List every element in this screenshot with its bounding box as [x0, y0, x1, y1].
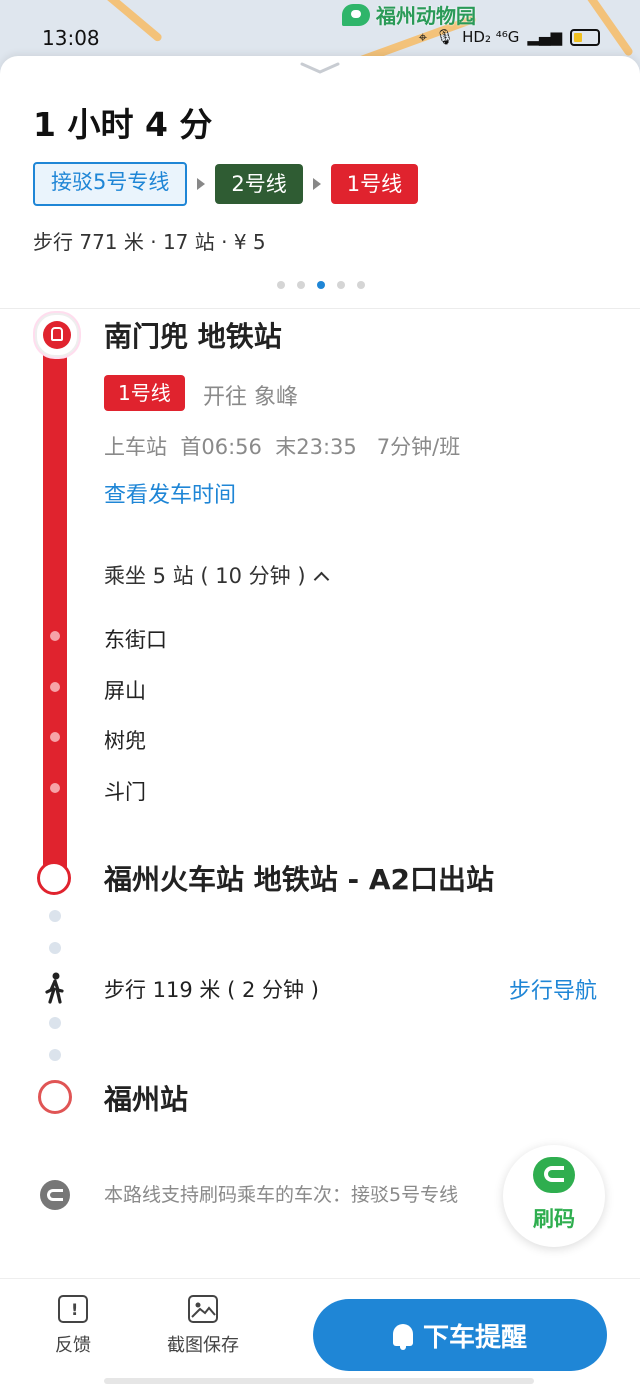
route-line-chips: 接驳5号专线 2号线 1号线: [33, 162, 419, 206]
alight-reminder-button[interactable]: 下车提醒: [313, 1299, 607, 1371]
pay-code-logo-icon: [533, 1157, 575, 1193]
screenshot-save-button[interactable]: 截图保存: [162, 1295, 244, 1357]
page-dot[interactable]: [277, 281, 285, 289]
timetable-link[interactable]: 查看发车时间: [104, 477, 236, 509]
status-bar: 13:08 ⌖ 🎙 HD₂ ⁴⁶G ▂▄▆: [0, 24, 640, 54]
stop-dot: [50, 631, 60, 641]
location-icon: ⌖: [418, 28, 428, 46]
stop-dot: [50, 783, 60, 793]
battery-icon: [570, 28, 600, 46]
ride-summary-toggle[interactable]: 乘坐 5 站 ( 10 分钟 ): [104, 560, 329, 590]
destination-name[interactable]: 福州站: [104, 1078, 188, 1118]
destination-marker: [38, 1080, 72, 1114]
feedback-button[interactable]: ! 反馈: [50, 1295, 96, 1357]
feedback-icon: !: [58, 1295, 88, 1323]
chip-line-1: 1号线: [330, 164, 419, 204]
schedule: 上车站 首06:56 末23:35 7分钟/班: [104, 435, 461, 459]
walk-dot: [49, 1049, 61, 1061]
status-icons: ⌖ 🎙 HD₂ ⁴⁶G ▂▄▆: [419, 28, 600, 46]
home-indicator[interactable]: [104, 1378, 534, 1384]
chevron-right-icon: [312, 178, 321, 190]
alight-station-marker: [37, 861, 71, 895]
page-dot[interactable]: [337, 281, 345, 289]
page-dot[interactable]: [297, 281, 305, 289]
pay-note: 本路线支持刷码乘车的车次：接驳5号专线: [104, 1184, 459, 1206]
stop-dot: [50, 682, 60, 692]
page-dot-active[interactable]: [317, 281, 325, 289]
page-dot[interactable]: [357, 281, 365, 289]
network-indicators: HD₂ ⁴⁶G: [462, 28, 520, 46]
intermediate-stop: 树兜: [104, 729, 146, 753]
feedback-label: 反馈: [55, 1335, 91, 1356]
pay-code-label: 刷码: [533, 1207, 575, 1231]
zoo-pin-icon: [342, 3, 370, 26]
walk-dot: [49, 910, 61, 922]
direction: 开往 象峰: [203, 385, 298, 410]
collapse-chevron-icon[interactable]: [298, 60, 342, 76]
screenshot-save-label: 截图保存: [167, 1335, 239, 1356]
board-station[interactable]: 南门兜 地铁站: [104, 315, 282, 355]
alight-station[interactable]: 福州火车站 地铁站 - A2口出站: [104, 858, 494, 898]
route-stats: 步行 771 米 · 17 站 · ¥ 5: [33, 230, 266, 254]
metro-line-rail: [43, 330, 67, 878]
chevron-right-icon: [197, 178, 206, 190]
pay-code-icon: [40, 1180, 70, 1210]
status-time: 13:08: [42, 26, 100, 50]
signal-icon: ▂▄▆: [527, 28, 562, 46]
alight-reminder-label: 下车提醒: [422, 1322, 527, 1353]
stop-dot: [50, 732, 60, 742]
ride-summary: 乘坐 5 站 ( 10 分钟 ): [104, 564, 306, 588]
page-indicator[interactable]: [277, 281, 365, 289]
divider: [0, 308, 640, 309]
bottom-action-bar: ! 反馈 截图保存 下车提醒: [0, 1278, 640, 1388]
walking-person-icon: [45, 972, 64, 1004]
chevron-up-icon: [313, 571, 329, 588]
walk-segment: 步行 119 米 ( 2 分钟 ): [104, 978, 319, 1002]
mic-icon: 🎙: [435, 28, 455, 46]
intermediate-stop: 屏山: [104, 679, 146, 703]
route-duration: 1 小时 4 分: [33, 105, 213, 144]
image-icon: [188, 1295, 218, 1323]
intermediate-stop: 东街口: [104, 628, 167, 652]
pay-code-button[interactable]: 刷码: [503, 1145, 605, 1247]
metro-icon: [35, 313, 79, 357]
chip-shuttle-5: 接驳5号专线: [33, 162, 188, 206]
walk-dot: [49, 942, 61, 954]
walk-dot: [49, 1017, 61, 1029]
walk-navigation-link[interactable]: 步行导航: [509, 973, 597, 1005]
intermediate-stop: 斗门: [104, 780, 146, 804]
line-badge: 1号线: [104, 375, 185, 411]
bell-icon: [392, 1324, 413, 1350]
chip-line-2: 2号线: [215, 164, 303, 204]
